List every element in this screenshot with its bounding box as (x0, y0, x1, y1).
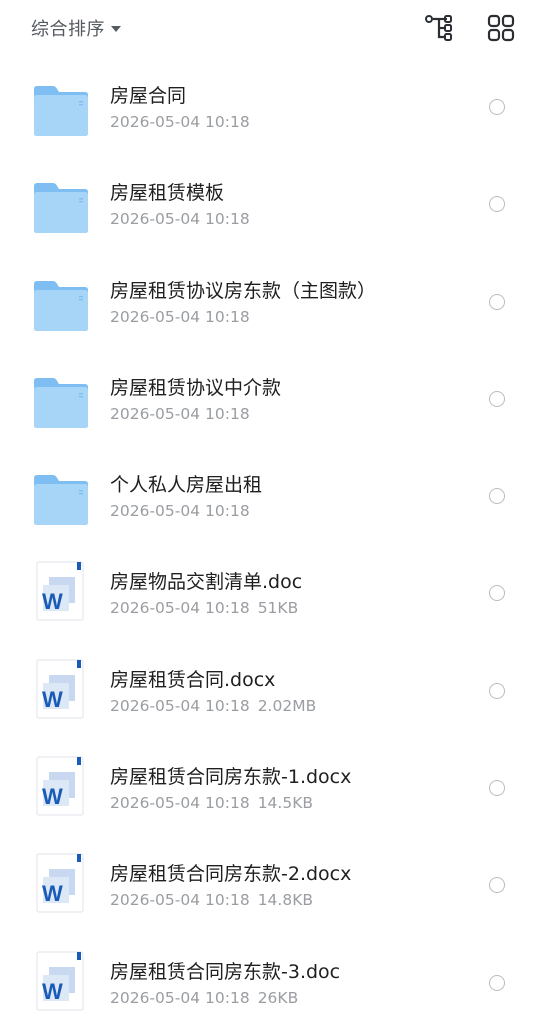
select-radio[interactable] (489, 196, 505, 213)
file-name: 房屋租赁协议中介款 (110, 376, 282, 399)
tree-view-button[interactable] (423, 12, 455, 44)
file-date: 2026-05-04 10:18 (110, 210, 250, 229)
file-date: 2026-05-04 10:18 (110, 988, 250, 1007)
file-meta: 2026-05-04 10:18 (110, 405, 250, 423)
file-size: 14.8KB (257, 891, 313, 910)
file-size: 2.02MB (257, 696, 317, 715)
file-date: 2026-05-04 10:18 (110, 113, 250, 131)
folder-icon (33, 180, 89, 236)
file-date: 2026-05-04 10:18 (110, 404, 250, 423)
select-radio[interactable] (489, 488, 505, 505)
file-meta: 2026-05-04 10:18 2.02MB (110, 697, 316, 715)
file-name: 房屋租赁协议房东款（主图款） (110, 279, 377, 302)
tree-view-icon (425, 15, 452, 41)
word-document-icon: W (33, 659, 89, 723)
file-meta: 2026-05-04 10:18 (110, 308, 250, 326)
folder-icon (33, 375, 89, 431)
folder-item[interactable]: 房屋租赁模板 2026-05-04 10:18 (0, 158, 547, 255)
file-item[interactable]: W 房屋物品交割清单.doc 2026-05-04 10:18 51KB (0, 547, 547, 644)
file-size: 26KB (257, 988, 299, 1007)
sort-label: 综合排序 (31, 19, 105, 40)
file-name: 个人私人房屋出租 (110, 474, 263, 497)
folder-item[interactable]: 房屋合同 2026-05-04 10:18 (0, 61, 547, 158)
file-meta: 2026-05-04 10:18 (110, 210, 250, 228)
file-date: 2026-05-04 10:18 (110, 307, 250, 326)
folder-item[interactable]: 房屋租赁协议房东款（主图款） 2026-05-04 10:18 (0, 256, 547, 353)
folder-item[interactable]: 个人私人房屋出租 2026-05-04 10:18 (0, 450, 547, 547)
file-name: 房屋租赁合同.docx (110, 668, 276, 691)
folder-icon (33, 83, 89, 139)
select-radio[interactable] (489, 585, 505, 602)
select-radio[interactable] (489, 390, 505, 407)
folder-icon (33, 278, 89, 334)
file-size: 51KB (257, 599, 299, 618)
grid-view-button[interactable] (485, 12, 517, 44)
toolbar: 综合排序 (0, 0, 547, 56)
word-letter: W (42, 979, 63, 1004)
word-document-icon: W (33, 853, 89, 917)
file-meta: 2026-05-04 10:18 (110, 113, 250, 131)
file-item[interactable]: W 房屋租赁合同房东款-3.doc 2026-05-04 10:18 26KB (0, 937, 547, 1034)
file-list: 房屋合同 2026-05-04 10:18 房屋租赁模板 2026-05-04 10… (0, 61, 547, 1034)
file-size: 14.5KB (257, 794, 313, 813)
select-radio[interactable] (489, 877, 505, 894)
grid-view-icon (487, 14, 515, 42)
folder-icon (33, 472, 89, 528)
file-date: 2026-05-04 10:18 (110, 599, 250, 618)
word-letter: W (42, 687, 63, 712)
file-item[interactable]: W 房屋租赁合同房东款-1.docx 2026-05-04 10:18 14.5KB (0, 742, 547, 839)
file-meta: 2026-05-04 10:18 14.5KB (110, 794, 313, 812)
word-document-icon: W (33, 756, 89, 820)
word-document-icon: W (33, 561, 89, 625)
word-letter: W (42, 881, 63, 906)
word-letter: W (42, 589, 63, 614)
file-meta: 2026-05-04 10:18 26KB (110, 989, 298, 1007)
file-date: 2026-05-04 10:18 (110, 891, 250, 910)
file-meta: 2026-05-04 10:18 (110, 502, 250, 520)
caret-down-icon (111, 26, 121, 32)
file-name: 房屋合同 (110, 85, 187, 107)
file-name: 房屋物品交割清单.doc (110, 571, 303, 594)
file-date: 2026-05-04 10:18 (110, 502, 250, 521)
file-name: 房屋租赁合同房东款-3.doc (110, 960, 341, 983)
file-meta: 2026-05-04 10:18 14.8KB (110, 891, 313, 909)
file-meta: 2026-05-04 10:18 51KB (110, 599, 298, 617)
select-radio[interactable] (489, 974, 505, 991)
select-radio[interactable] (489, 682, 505, 699)
file-date: 2026-05-04 10:18 (110, 794, 250, 813)
file-date: 2026-05-04 10:18 (110, 696, 250, 715)
select-radio[interactable] (489, 780, 505, 797)
word-document-icon: W (33, 951, 89, 1015)
file-item[interactable]: W 房屋租赁合同房东款-2.docx 2026-05-04 10:18 14.8KB (0, 839, 547, 936)
select-radio[interactable] (489, 293, 505, 310)
select-radio[interactable] (489, 99, 505, 115)
word-letter: W (42, 784, 63, 809)
file-name: 房屋租赁合同房东款-1.docx (110, 766, 352, 789)
file-item[interactable]: W 房屋租赁合同.docx 2026-05-04 10:18 2.02MB (0, 645, 547, 742)
sort-button[interactable]: 综合排序 (31, 14, 121, 42)
file-name: 房屋租赁合同房东款-2.docx (110, 863, 352, 886)
file-name: 房屋租赁模板 (110, 182, 225, 205)
folder-item[interactable]: 房屋租赁协议中介款 2026-05-04 10:18 (0, 353, 547, 450)
